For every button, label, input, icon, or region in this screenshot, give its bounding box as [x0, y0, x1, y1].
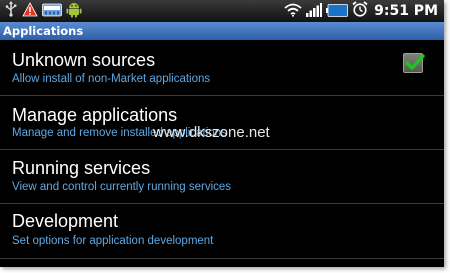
title-bar: Applications — [0, 22, 444, 40]
system-icons: 9:51 PM — [280, 1, 438, 21]
list-item-subtitle: Allow install of non-Market applications — [12, 73, 211, 85]
list-item-title: Development — [12, 211, 119, 231]
signal-icon — [306, 2, 323, 21]
sd-card-icon — [42, 2, 62, 21]
watermark: www.dkszone.net — [153, 124, 270, 141]
list-item-title: Manage applications — [12, 105, 178, 125]
clock: 9:51 PM — [374, 3, 438, 19]
list-item-manage-applications[interactable]: Manage applications Manage and remove in… — [0, 96, 444, 149]
unknown-sources-checkbox[interactable] — [403, 53, 425, 76]
list-item-title: Unknown sources — [12, 50, 156, 70]
list-item-subtitle: View and control currently running servi… — [12, 181, 232, 193]
list-item-subtitle: Set options for application development — [12, 235, 214, 247]
usb-icon — [4, 1, 18, 21]
alarm-icon — [352, 1, 368, 21]
wifi-icon — [284, 2, 302, 21]
checkmark-icon — [405, 54, 425, 76]
divider — [0, 258, 444, 259]
page-title: Applications — [3, 24, 84, 38]
list-item-running-services[interactable]: Running services View and control curren… — [0, 150, 444, 203]
android-icon — [66, 1, 82, 22]
android-settings-screen: 9:51 PM Applications Unknown sources All… — [0, 0, 444, 267]
status-bar: 9:51 PM — [0, 0, 444, 22]
battery-icon — [326, 2, 349, 21]
warning-icon — [22, 1, 38, 21]
notification-icons — [4, 1, 86, 22]
list-item-development[interactable]: Development Set options for application … — [0, 204, 444, 258]
list-item-title: Running services — [12, 158, 151, 178]
list-item-unknown-sources[interactable]: Unknown sources Allow install of non-Mar… — [0, 40, 444, 95]
